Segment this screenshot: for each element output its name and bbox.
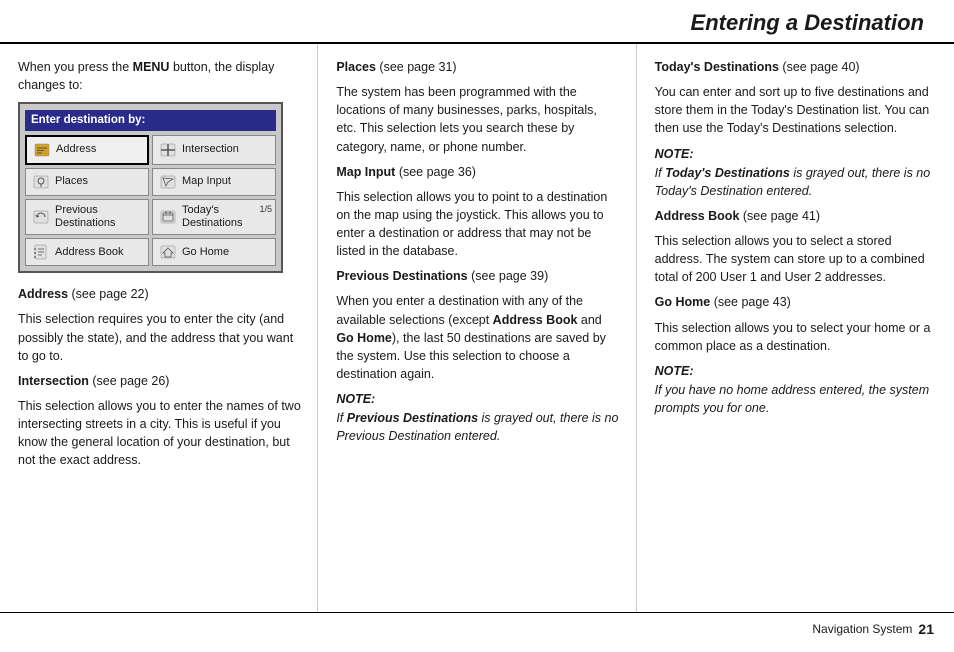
prevdest-section: Previous Destinations (see page 39) — [336, 267, 619, 285]
note3-title: NOTE: — [655, 362, 938, 380]
address-book-icon — [32, 243, 50, 261]
note1-body: If Previous Destinations is grayed out, … — [336, 409, 619, 445]
places-section: Places (see page 31) — [336, 58, 619, 76]
gohome-body: This selection allows you to select your… — [655, 319, 938, 355]
nav-btn-gohome[interactable]: Go Home — [152, 238, 276, 266]
page-number: 21 — [918, 621, 934, 637]
nav-btn-todays[interactable]: Today'sDestinations 1/5 — [152, 199, 276, 235]
page-header: Entering a Destination — [0, 0, 954, 44]
page-title: Entering a Destination — [0, 10, 924, 36]
nav-btn-mapinput[interactable]: Map Input — [152, 168, 276, 196]
nav-btn-intersection-label: Intersection — [182, 143, 239, 156]
prevdest-body: When you enter a destination with any of… — [336, 292, 619, 383]
nav-btn-todays-label: Today'sDestinations — [182, 204, 243, 230]
places-body: The system has been programmed with the … — [336, 83, 619, 156]
mapinput-section: Map Input (see page 36) — [336, 163, 619, 181]
address-section: Address (see page 22) — [18, 285, 301, 303]
column-1: When you press the MENU button, the disp… — [0, 44, 318, 612]
nav-btn-places-label: Places — [55, 175, 88, 188]
page-footer: Navigation System 21 — [0, 612, 954, 644]
addrbook-section: Address Book (see page 41) — [655, 207, 938, 225]
note1-title: NOTE: — [336, 390, 619, 408]
note2-title: NOTE: — [655, 145, 938, 163]
nav-btn-address[interactable]: Address — [25, 135, 149, 165]
column-2: Places (see page 31) The system has been… — [318, 44, 636, 612]
map-input-icon — [159, 173, 177, 191]
nav-system-label: Navigation System — [812, 622, 912, 636]
nav-btn-addrbook-label: Address Book — [55, 246, 123, 259]
intersection-body: This selection allows you to enter the n… — [18, 397, 301, 470]
todays-destinations-icon — [159, 208, 177, 226]
nav-button-grid: Address Intersection — [25, 135, 276, 266]
address-icon — [33, 141, 51, 159]
note3-body: If you have no home address entered, the… — [655, 381, 938, 417]
todays-badge: 1/5 — [259, 203, 272, 216]
places-icon — [32, 173, 50, 191]
nav-btn-previous[interactable]: PreviousDestinations — [25, 199, 149, 235]
nav-btn-mapinput-label: Map Input — [182, 175, 231, 188]
address-body: This selection requires you to enter the… — [18, 310, 301, 364]
addrbook-body: This selection allows you to select a st… — [655, 232, 938, 286]
column-3: Today's Destinations (see page 40) You c… — [637, 44, 954, 612]
intersection-section: Intersection (see page 26) — [18, 372, 301, 390]
todays-section: Today's Destinations (see page 40) — [655, 58, 938, 76]
intro-text: When you press the MENU button, the disp… — [18, 58, 301, 94]
gohome-section: Go Home (see page 43) — [655, 293, 938, 311]
mapinput-body: This selection allows you to point to a … — [336, 188, 619, 261]
nav-btn-intersection[interactable]: Intersection — [152, 135, 276, 165]
nav-btn-gohome-label: Go Home — [182, 246, 229, 259]
todays-body: You can enter and sort up to five destin… — [655, 83, 938, 137]
nav-btn-previous-label: PreviousDestinations — [55, 204, 116, 230]
note2-body: If Today's Destinations is grayed out, t… — [655, 164, 938, 200]
go-home-icon — [159, 243, 177, 261]
nav-btn-address-label: Address — [56, 143, 96, 156]
main-content: When you press the MENU button, the disp… — [0, 44, 954, 612]
previous-destinations-icon — [32, 208, 50, 226]
intersection-icon — [159, 141, 177, 159]
nav-btn-places[interactable]: Places — [25, 168, 149, 196]
nav-screen-mockup: Enter destination by: Address — [18, 102, 283, 273]
nav-btn-addrbook[interactable]: Address Book — [25, 238, 149, 266]
nav-screen-title: Enter destination by: — [25, 110, 276, 131]
